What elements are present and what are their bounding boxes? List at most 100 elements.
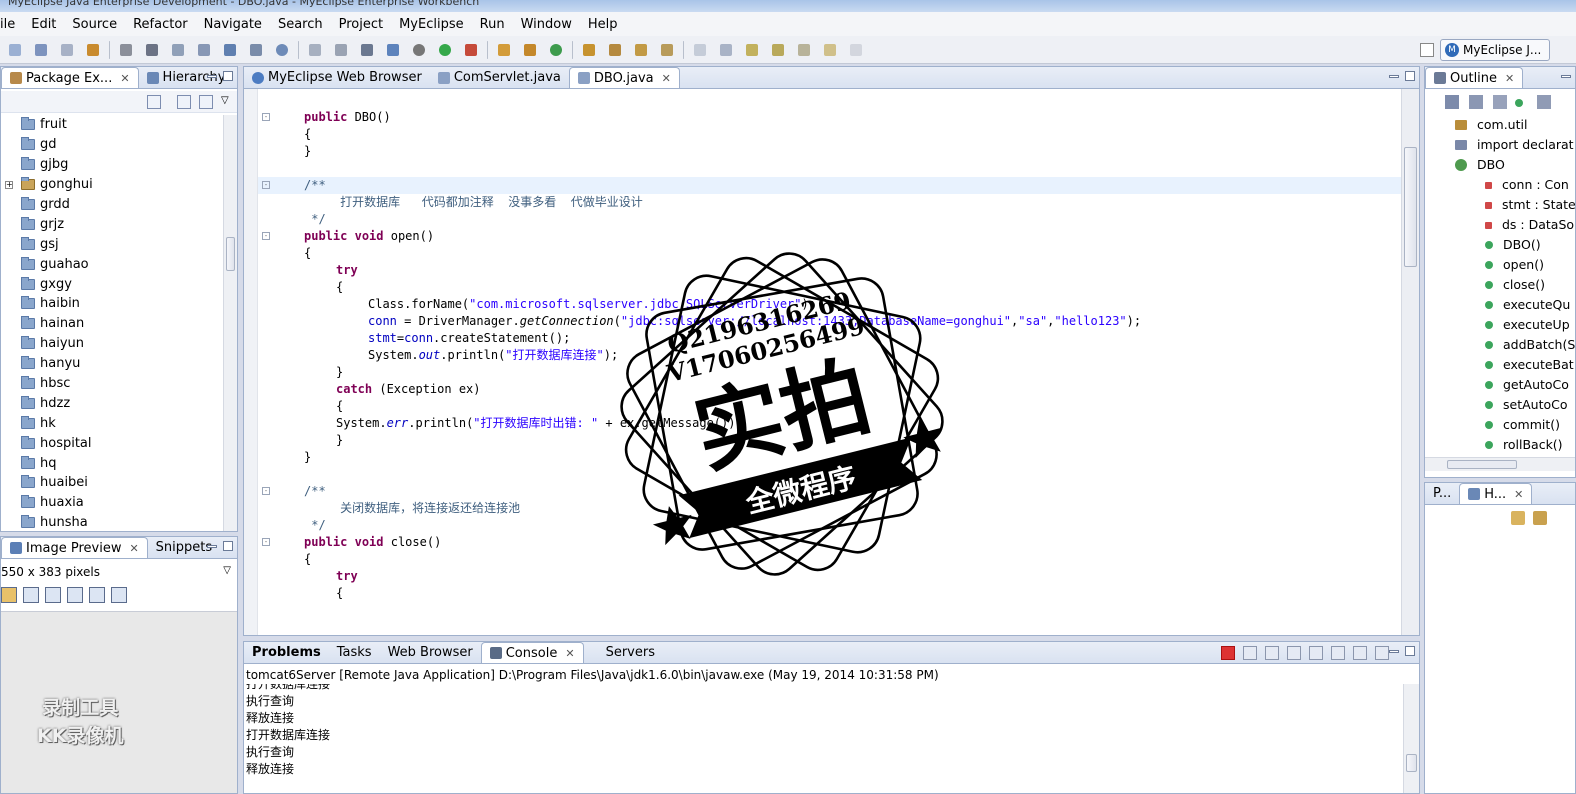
- close-icon[interactable]: ✕: [129, 542, 138, 555]
- menu-source[interactable]: Source: [64, 17, 125, 32]
- tree-item[interactable]: haiyun: [1, 334, 223, 354]
- history-icon[interactable]: [1533, 511, 1547, 525]
- tab-console[interactable]: Console ✕: [480, 642, 584, 663]
- outline-item[interactable]: com.util: [1455, 115, 1527, 135]
- scroll-lock-icon[interactable]: [1287, 646, 1301, 660]
- new-class-icon[interactable]: [548, 42, 564, 58]
- perspective-switcher[interactable]: M MyEclipse J...: [1440, 39, 1550, 61]
- outline-item[interactable]: executeQu: [1485, 295, 1570, 315]
- wrench-icon[interactable]: [333, 42, 349, 58]
- menu-window[interactable]: Window: [513, 17, 580, 32]
- outline-item[interactable]: conn : Con: [1485, 175, 1569, 195]
- tree-item[interactable]: hk: [1, 413, 223, 433]
- pin-console-icon[interactable]: [1331, 646, 1345, 660]
- outline-item[interactable]: rollBack(): [1485, 435, 1563, 455]
- open-console-icon[interactable]: [1375, 646, 1389, 660]
- next-annotation-icon[interactable]: [744, 42, 760, 58]
- hide-local-types-icon[interactable]: [1537, 95, 1551, 109]
- editor-scrollbar[interactable]: [1401, 89, 1419, 635]
- db-icon[interactable]: [359, 42, 375, 58]
- tab-hierarchy-small[interactable]: H... ✕: [1459, 483, 1533, 504]
- deploy-icon[interactable]: [118, 42, 134, 58]
- menu-edit[interactable]: Edit: [23, 17, 64, 32]
- outline-hscrollbar[interactable]: [1425, 457, 1575, 471]
- tab-outline[interactable]: Outline ✕: [1425, 67, 1524, 88]
- tree-item[interactable]: hospital: [1, 433, 223, 453]
- tree-item[interactable]: grjz: [1, 214, 223, 234]
- outline-item[interactable]: close(): [1485, 275, 1545, 295]
- outline-item[interactable]: setAutoCo: [1485, 395, 1568, 415]
- display-console-icon[interactable]: [1353, 646, 1367, 660]
- tab-dbo[interactable]: DBO.java ✕: [568, 67, 680, 88]
- maximize-icon[interactable]: [223, 541, 233, 551]
- tab-tasks[interactable]: Tasks: [329, 642, 380, 663]
- remove-all-icon[interactable]: [1265, 646, 1279, 660]
- tab-web-browser[interactable]: MyEclipse Web Browser: [244, 67, 430, 88]
- globe-icon[interactable]: [274, 42, 290, 58]
- annotation-icon[interactable]: [659, 42, 675, 58]
- minimize-icon[interactable]: [1389, 650, 1399, 653]
- fold-icon[interactable]: -: [262, 538, 270, 546]
- back-icon[interactable]: [147, 95, 161, 109]
- terminate-icon[interactable]: [1221, 646, 1235, 660]
- outline-item[interactable]: ds : DataSo: [1485, 215, 1574, 235]
- tree-item[interactable]: huaibei: [1, 473, 223, 493]
- last-edit-icon[interactable]: [796, 42, 812, 58]
- fullscreen-icon[interactable]: [111, 587, 127, 603]
- clear-console-icon[interactable]: [1309, 646, 1323, 660]
- save-icon[interactable]: [33, 42, 49, 58]
- menu-navigate[interactable]: Navigate: [196, 17, 270, 32]
- tree-item[interactable]: huaxia: [1, 493, 223, 513]
- tree-item[interactable]: hanyu: [1, 354, 223, 374]
- outline-item[interactable]: stmt : State: [1485, 195, 1576, 215]
- fold-icon[interactable]: -: [262, 232, 270, 240]
- console-scrollbar[interactable]: [1403, 684, 1419, 793]
- tab-package-explorer[interactable]: Package Ex... ✕: [1, 67, 139, 88]
- scrollbar-thumb[interactable]: [1404, 147, 1417, 267]
- code-area[interactable]: public DBO() { } /** 打开数据库 代码都加注释 没事多看 代…: [258, 89, 1401, 635]
- scrollbar-thumb[interactable]: [1406, 754, 1417, 772]
- new-package-icon[interactable]: [522, 42, 538, 58]
- wizard-icon[interactable]: [196, 42, 212, 58]
- open-task-icon[interactable]: [607, 42, 623, 58]
- outline-item[interactable]: getAutoCo: [1485, 375, 1569, 395]
- tree-item[interactable]: gsj: [1, 234, 223, 254]
- tree-item[interactable]: haibin: [1, 294, 223, 314]
- search-icon[interactable]: [633, 42, 649, 58]
- tree-item[interactable]: gjbg: [1, 155, 223, 175]
- tree-item[interactable]: hbsc: [1, 374, 223, 394]
- maximize-icon[interactable]: [1405, 646, 1415, 656]
- new-icon[interactable]: [7, 42, 23, 58]
- tree-item[interactable]: gd: [1, 135, 223, 155]
- new-java-project-icon[interactable]: [496, 42, 512, 58]
- menu-file[interactable]: ile: [0, 17, 23, 32]
- maximize-icon[interactable]: [223, 71, 233, 81]
- console-output[interactable]: 打开数据库连接 执行查询 释放连接 打开数据库连接 执行查询 释放连接: [246, 684, 1401, 793]
- debug-icon[interactable]: [411, 42, 427, 58]
- external-tools-icon[interactable]: [463, 42, 479, 58]
- print-icon[interactable]: [59, 42, 75, 58]
- expand-icon[interactable]: +: [5, 180, 13, 189]
- outline-item[interactable]: commit(): [1485, 415, 1560, 435]
- tab-comservlet[interactable]: ComServlet.java: [430, 67, 569, 88]
- outline-item[interactable]: executeBat: [1485, 355, 1574, 375]
- report-icon[interactable]: [385, 42, 401, 58]
- hide-static-icon[interactable]: [1493, 95, 1507, 109]
- zoom-out-icon[interactable]: [45, 587, 61, 603]
- minimize-icon[interactable]: [207, 545, 217, 548]
- sort-icon[interactable]: [1445, 95, 1459, 109]
- outline-item[interactable]: import declarat: [1455, 135, 1574, 155]
- open-type-icon[interactable]: [581, 42, 597, 58]
- tree-item[interactable]: fruit: [1, 115, 223, 135]
- tab-problems[interactable]: Problems: [244, 642, 329, 663]
- menu-refactor[interactable]: Refactor: [125, 17, 196, 32]
- close-icon[interactable]: ✕: [662, 72, 671, 85]
- tree-item[interactable]: + gonghui: [1, 175, 223, 195]
- zoom-in-icon[interactable]: [67, 587, 83, 603]
- tree-item[interactable]: hainan: [1, 314, 223, 334]
- fold-icon[interactable]: -: [262, 487, 270, 495]
- open-perspective-icon[interactable]: [1420, 43, 1434, 57]
- outline-item[interactable]: addBatch(S: [1485, 335, 1575, 355]
- palette-icon[interactable]: [248, 42, 264, 58]
- menu-project[interactable]: Project: [331, 17, 391, 32]
